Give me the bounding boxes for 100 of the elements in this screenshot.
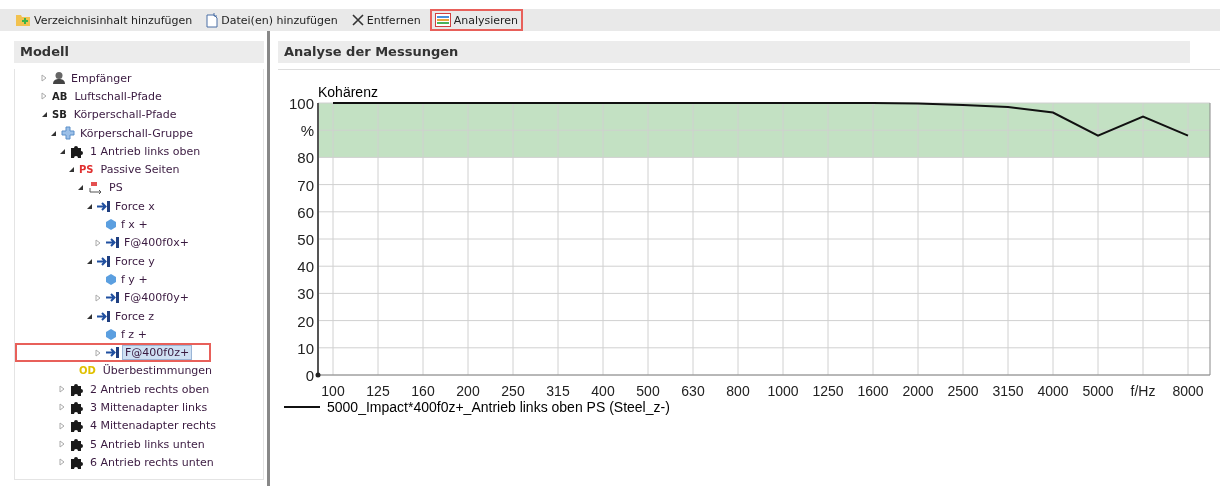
collapsed-arrow-icon[interactable]	[59, 458, 65, 467]
axis-tick-label: 50	[297, 231, 314, 248]
type-label: OD	[79, 365, 96, 377]
tree-item[interactable]: PS	[107, 181, 125, 195]
collapsed-arrow-icon[interactable]	[41, 92, 47, 101]
axis-tick-label: 8000	[1172, 383, 1204, 399]
panel-title: Analyse der Messungen	[278, 41, 1190, 63]
tree-item[interactable]: F@400f0y+	[122, 291, 191, 305]
gem-icon	[106, 219, 116, 230]
axis-tick-label: 4000	[1037, 383, 1069, 399]
expanded-arrow-icon[interactable]	[85, 202, 93, 210]
axis-tick-label: 0	[305, 367, 314, 384]
force-arrow-icon	[106, 347, 119, 359]
person-icon	[52, 71, 66, 86]
tree-item[interactable]: Empfänger	[69, 71, 134, 85]
collapsed-arrow-icon[interactable]	[59, 403, 65, 412]
type-label: AB	[52, 90, 68, 102]
axis-tick-label: 3150	[992, 383, 1024, 399]
tree-item[interactable]: Force y	[113, 254, 157, 268]
expanded-arrow-icon[interactable]	[49, 129, 57, 137]
axis-tick-label: 160	[411, 383, 435, 399]
gem-icon	[106, 328, 116, 340]
tree-item[interactable]: Überbestimmungen	[100, 364, 215, 378]
collapsed-arrow-icon[interactable]	[95, 293, 101, 302]
tree-item[interactable]: 5 Antrieb links unten	[88, 437, 207, 451]
tree-item[interactable]: 1 Antrieb links oben	[88, 144, 203, 158]
toolbar-button[interactable]: Entfernen	[346, 9, 426, 31]
expanded-arrow-icon[interactable]	[85, 257, 93, 265]
force-arrow-icon	[97, 200, 110, 212]
axis-tick-label: 630	[681, 383, 705, 399]
axis-tick-label: 20	[297, 312, 314, 330]
force-arrow-icon	[97, 255, 110, 267]
axis-tick-label: 200	[456, 383, 480, 399]
axis-tick-label: 250	[501, 383, 525, 399]
tree-item[interactable]: 6 Antrieb rechts unten	[88, 455, 216, 469]
tree-item[interactable]: F@400f0z+	[122, 345, 193, 361]
axis-tick-label: 100	[288, 95, 314, 112]
expanded-arrow-icon[interactable]	[85, 312, 93, 320]
axis-tick-label: 2500	[947, 383, 979, 399]
tree-item[interactable]: Force z	[113, 309, 157, 323]
puzzle-icon	[70, 418, 85, 434]
collapsed-arrow-icon[interactable]	[59, 440, 65, 449]
file-icon	[206, 12, 219, 28]
puzzle-icon	[70, 454, 85, 470]
tree-item[interactable]: Körperschall-Pfade	[71, 108, 179, 122]
tree-item[interactable]: f z +	[119, 327, 149, 341]
axis-tick-label: 400	[591, 383, 615, 399]
puzzle-icon	[70, 381, 85, 397]
cross-icon	[61, 126, 75, 141]
tree-item[interactable]: Luftschall-Pfade	[72, 89, 164, 103]
axis-tick-label: 1250	[812, 383, 844, 399]
tree-item[interactable]: 3 Mittenadapter links	[88, 401, 210, 414]
axis-tick-label: f/Hz	[1130, 383, 1156, 399]
axis-tick-label: 80	[297, 149, 314, 167]
force-arrow-icon	[106, 237, 119, 249]
puzzle-icon	[70, 436, 85, 452]
axis-tick-label: 1600	[857, 383, 889, 399]
toolbar-button[interactable]: Datei(en) hinzufügen	[201, 9, 343, 31]
force-arrow-icon	[106, 292, 119, 304]
axis-tick-label: 125	[366, 383, 390, 399]
expanded-arrow-icon[interactable]	[67, 166, 75, 174]
axis-tick-label: 500	[636, 383, 660, 399]
axis-tick-label: 60	[297, 203, 314, 221]
tree-item[interactable]: 2 Antrieb rechts oben	[88, 382, 212, 396]
axis-tick-label: 800	[726, 383, 750, 399]
expanded-arrow-icon[interactable]	[40, 111, 48, 119]
toolbar-button[interactable]: Verzeichnisinhalt hinzufügen	[10, 9, 198, 31]
chart-icon	[434, 13, 451, 27]
force-arrow-icon	[97, 310, 110, 322]
tree-item[interactable]: f y +	[119, 272, 150, 286]
axis-tick-label: 40	[297, 258, 314, 276]
expanded-arrow-icon[interactable]	[58, 147, 66, 155]
collapsed-arrow-icon[interactable]	[41, 74, 47, 83]
tree-item[interactable]: F@400f0x+	[122, 236, 191, 250]
tree-item[interactable]: 4 Mittenadapter rechts	[88, 419, 219, 433]
axis-tick-label: 100	[321, 383, 345, 399]
folder-icon	[15, 13, 31, 27]
collapsed-arrow-icon[interactable]	[95, 348, 101, 357]
collapsed-arrow-icon[interactable]	[59, 421, 65, 430]
axis-tick-label: 5000	[1082, 383, 1114, 399]
type-label: SB	[52, 109, 67, 121]
axis-tick-label: 70	[297, 176, 314, 194]
axis-tick-label: %	[300, 122, 314, 140]
tree-item[interactable]: Körperschall-Gruppe	[78, 126, 195, 140]
collapsed-arrow-icon[interactable]	[95, 238, 101, 247]
collapsed-arrow-icon[interactable]	[59, 385, 65, 394]
expanded-arrow-icon[interactable]	[76, 184, 84, 192]
tree-item[interactable]: f x +	[119, 218, 150, 231]
tree-item[interactable]: Passive Seiten	[98, 163, 182, 177]
close-icon	[351, 14, 364, 26]
chart-title: Kohärenz	[318, 84, 378, 100]
gem-icon	[106, 273, 116, 285]
legend-label: 5000_Impact*400f0z+_Antrieb links oben PS (Steel_z-)	[327, 399, 670, 415]
tree-item[interactable]: Force x	[113, 199, 157, 213]
puzzle-icon	[70, 400, 85, 415]
axis-tick-label: 10	[297, 339, 314, 357]
axis-tick-label: 1000	[767, 383, 799, 399]
axis-tick-label: 2000	[902, 383, 934, 399]
panel-title: Modell	[14, 41, 265, 63]
toolbar-button[interactable]: Analysieren	[429, 9, 524, 31]
